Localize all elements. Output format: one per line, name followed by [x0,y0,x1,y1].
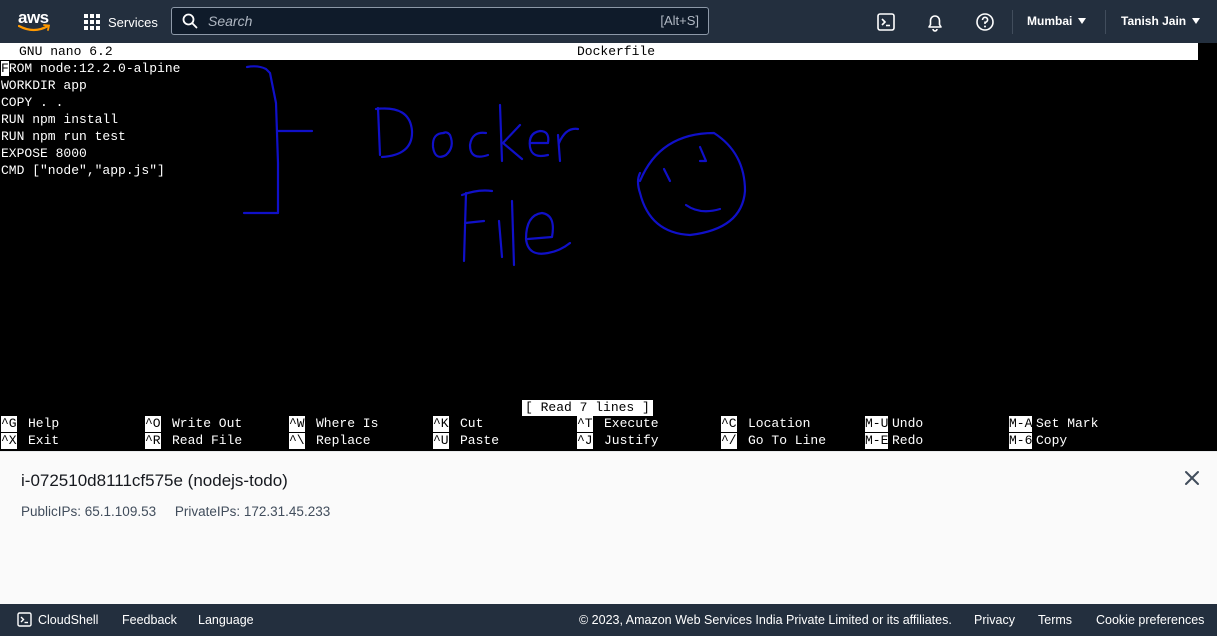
shortcut-label: Location [748,416,811,431]
shortcut-key: M-E [865,433,889,449]
shortcut-label: Copy [1036,433,1068,448]
aws-logo[interactable]: aws [18,8,54,34]
top-navigation-bar: aws Services [Alt+S] Mumbai [0,0,1217,43]
shortcut-label: Read File [172,433,243,448]
aws-smile-icon [18,24,50,32]
services-label: Services [108,14,158,30]
region-selector[interactable]: Mumbai [1027,14,1087,28]
shortcut-key: ^/ [721,433,737,449]
shortcut-label: Set Mark [1036,416,1099,431]
shortcut-key: M-6 [1009,433,1033,449]
shortcut-key: ^R [145,433,161,449]
services-menu[interactable]: Services [84,11,158,33]
cloudshell-icon[interactable] [876,12,896,32]
shortcut-key: M-U [865,416,889,432]
shortcut-label: Help [28,416,60,431]
search-icon [182,13,198,29]
language-link[interactable]: Language [198,613,254,627]
terms-link[interactable]: Terms [1038,613,1072,627]
shortcut-label: Undo [892,416,924,431]
shortcut-key: ^T [577,416,593,432]
shortcut-key: ^\ [289,433,305,449]
instance-title: i-072510d8111cf575e (nodejs-todo) [21,471,288,490]
shortcut-label: Replace [316,433,371,448]
shortcut-key: ^X [1,433,17,449]
nav-divider [1105,10,1106,34]
cloudshell-button[interactable]: CloudShell [17,612,98,627]
help-icon[interactable] [975,12,995,32]
public-ips: PublicIPs: 65.1.109.53 [21,504,157,519]
shortcut-key: ^J [577,433,593,449]
shortcut-label: Redo [892,433,924,448]
shortcut-key: ^C [721,416,737,432]
copyright-text: © 2023, Amazon Web Services India Privat… [579,613,952,627]
cloudshell-terminal[interactable]: GNU nano 6.2 Dockerfile FROM node:12.2.0… [0,43,1217,451]
chevron-down-icon [1192,18,1201,24]
shortcut-label: Where Is [316,416,379,431]
services-grid-icon [84,14,100,30]
cloudshell-icon [17,612,32,627]
instance-info-panel: i-072510d8111cf575e (nodejs-todo) Public… [0,451,1217,605]
shortcut-key: ^O [145,416,161,432]
nano-status-message: [ Read 7 lines ] [522,400,653,416]
shortcut-label: Paste [460,433,500,448]
search-shortcut-hint: [Alt+S] [660,13,699,28]
shortcut-label: Go To Line [748,433,827,448]
user-name: Tanish Jain [1121,14,1187,28]
privacy-link[interactable]: Privacy [974,613,1015,627]
notifications-bell-icon[interactable] [925,12,945,32]
nav-divider [1012,10,1013,34]
search-input[interactable] [206,12,630,30]
close-icon[interactable] [1183,469,1201,487]
shortcut-key: M-A [1009,416,1033,432]
shortcut-key: ^K [433,416,449,432]
shortcut-key: ^W [289,416,305,432]
shortcut-label: Execute [604,416,659,431]
shortcut-key: ^G [1,416,17,432]
instance-ips: PublicIPs: 65.1.109.53 PrivateIPs: 172.3… [21,504,330,519]
search-box[interactable]: [Alt+S] [171,7,709,35]
cloudshell-label: CloudShell [38,612,99,627]
shortcut-label: Justify [604,433,659,448]
private-ips: PrivateIPs: 172.31.45.233 [174,504,331,519]
shortcut-key: ^U [433,433,449,449]
shortcut-label: Write Out [172,416,243,431]
cookie-preferences-link[interactable]: Cookie preferences [1096,613,1204,627]
shortcut-label: Cut [460,416,484,431]
shortcut-label: Exit [28,433,60,448]
chevron-down-icon [1078,18,1087,24]
account-menu[interactable]: Tanish Jain [1121,14,1201,28]
feedback-link[interactable]: Feedback [122,613,177,627]
hand-drawn-annotation [242,65,747,267]
region-label: Mumbai [1027,14,1073,28]
footer: CloudShell Feedback Language © 2023, Ama… [0,604,1217,636]
